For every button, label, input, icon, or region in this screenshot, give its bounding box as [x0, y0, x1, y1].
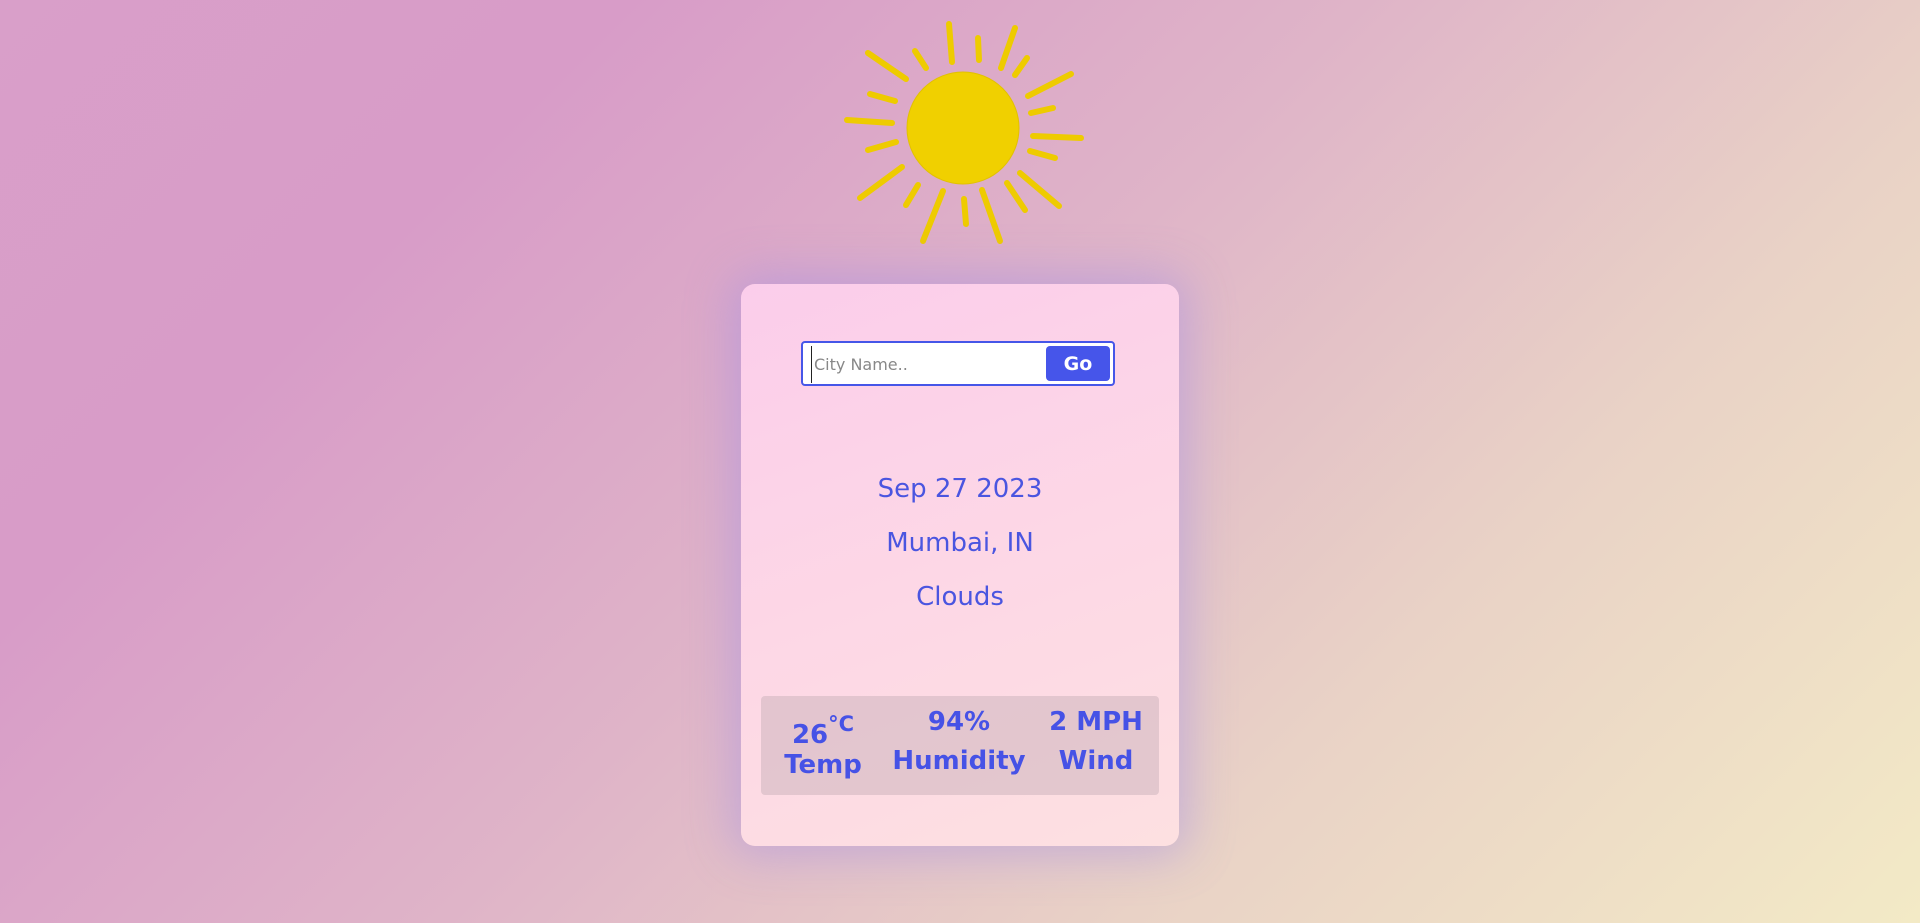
- temp-unit: °C: [828, 712, 855, 736]
- temp-label: Temp: [784, 750, 862, 780]
- temp-number: 26: [791, 720, 829, 750]
- wind-stat: 2 MPH Wind: [1033, 696, 1159, 795]
- temp-value: 26°C: [761, 708, 885, 751]
- humidity-label: Humidity: [892, 746, 1026, 776]
- location-text: Mumbai, IN: [886, 528, 1034, 558]
- wind-value: 2 MPH: [1049, 707, 1143, 737]
- humidity-value: 94%: [927, 707, 991, 737]
- humidity-stat: 94% Humidity: [885, 696, 1033, 795]
- go-button[interactable]: Go: [1046, 346, 1110, 381]
- weather-stats-panel: 26°C Temp 94% Humidity 2 MPH Wind: [761, 696, 1159, 795]
- temp-stat: 26°C Temp: [761, 696, 885, 795]
- date-text: Sep 27 2023: [877, 474, 1043, 504]
- search-bar: Go: [801, 341, 1115, 386]
- sun-icon: [844, 21, 1084, 244]
- city-search-input[interactable]: [811, 346, 1048, 383]
- weather-card: Go Sep 27 2023 Mumbai, IN Clouds 26°C Te…: [741, 284, 1179, 846]
- wind-label: Wind: [1058, 746, 1134, 776]
- condition-text: Clouds: [916, 582, 1004, 612]
